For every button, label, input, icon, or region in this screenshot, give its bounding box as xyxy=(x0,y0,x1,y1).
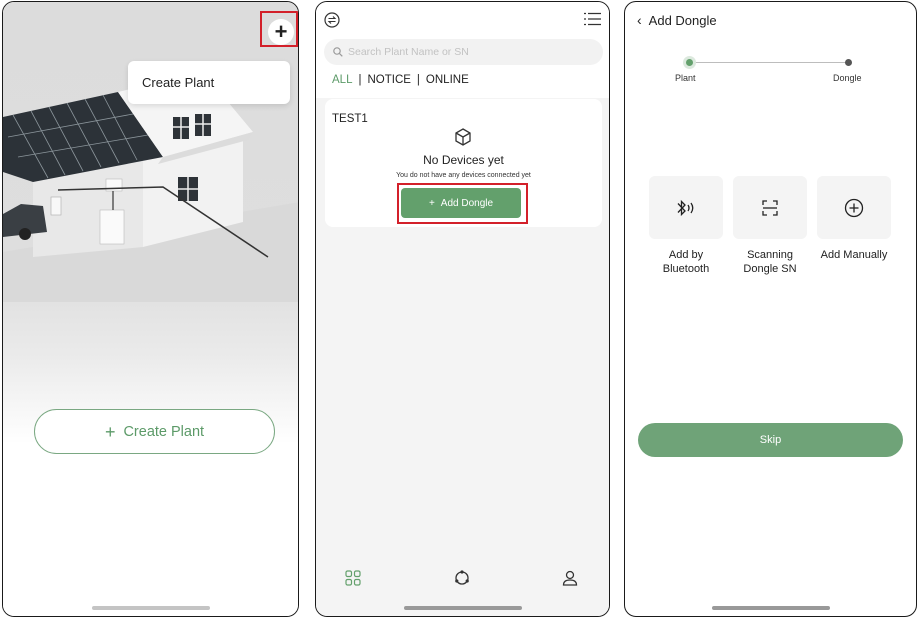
label-line: Scanning xyxy=(747,249,793,261)
tab-notice[interactable]: NOTICE xyxy=(367,74,410,86)
tab-all[interactable]: ALL xyxy=(332,74,352,86)
manual-option-label: Add Manually xyxy=(809,248,899,262)
add-plant-button[interactable]: + xyxy=(268,19,294,45)
scan-option-label: Scanning Dongle SN xyxy=(725,248,815,276)
user-icon[interactable] xyxy=(562,570,578,586)
tab-online[interactable]: ONLINE xyxy=(426,74,469,86)
bluetooth-option-label: Add by Bluetooth xyxy=(641,248,731,276)
back-button[interactable]: ‹ Add Dongle xyxy=(637,12,717,28)
search-icon xyxy=(333,47,343,57)
search-input[interactable]: Search Plant Name or SN xyxy=(324,39,603,65)
filter-tabs: ALL | NOTICE | ONLINE xyxy=(332,74,469,86)
step-dongle-dot xyxy=(845,59,852,66)
create-plant-menu-item[interactable]: Create Plant xyxy=(128,61,290,104)
plus-circle-icon xyxy=(844,198,864,217)
home-indicator[interactable] xyxy=(403,606,522,610)
step-dongle-label: Dongle xyxy=(833,73,862,83)
chevron-left-icon: ‹ xyxy=(637,12,642,28)
menu-item-label: Create Plant xyxy=(142,75,215,90)
screen-create-plant: + Create Plant + Create Plant xyxy=(2,1,299,617)
plus-icon: + xyxy=(104,421,116,442)
label-line: Bluetooth xyxy=(662,263,710,275)
add-by-bluetooth-button[interactable] xyxy=(649,176,723,239)
tab-separator: | xyxy=(416,74,420,86)
create-plant-label: Create Plant xyxy=(123,423,205,440)
scan-icon xyxy=(762,199,778,216)
bluetooth-icon xyxy=(677,199,694,216)
screen-plant-list: Search Plant Name or SN ALL | NOTICE | O… xyxy=(315,1,610,617)
skip-button[interactable]: Skip xyxy=(638,423,903,457)
cycle-icon[interactable] xyxy=(454,570,470,586)
list-icon[interactable] xyxy=(584,12,601,26)
create-plant-button[interactable]: + Create Plant xyxy=(34,409,275,454)
home-indicator[interactable] xyxy=(91,606,210,610)
header-area: Search Plant Name or SN ALL | NOTICE | O… xyxy=(316,2,609,98)
search-placeholder: Search Plant Name or SN xyxy=(348,46,469,58)
step-plant-dot xyxy=(683,56,696,69)
skip-label: Skip xyxy=(759,434,782,446)
highlight-box xyxy=(397,183,528,224)
label-line: Add by xyxy=(668,249,704,261)
sync-icon[interactable] xyxy=(324,12,340,28)
empty-title: No Devices yet xyxy=(423,153,504,167)
plant-name: TEST1 xyxy=(332,113,368,125)
label-line: Add Manually xyxy=(820,249,888,261)
label-line: Dongle SN xyxy=(743,263,797,275)
home-indicator[interactable] xyxy=(711,606,830,610)
grid-icon[interactable] xyxy=(345,570,361,586)
stepper-line xyxy=(689,62,849,63)
plus-icon: + xyxy=(274,19,288,44)
cube-icon xyxy=(455,128,471,146)
empty-subtitle: You do not have any devices connected ye… xyxy=(396,172,531,179)
scan-dongle-sn-button[interactable] xyxy=(733,176,807,239)
screen-add-dongle: ‹ Add Dongle Plant Dongle Add by Bluetoo… xyxy=(624,1,917,617)
page-title: Add Dongle xyxy=(648,12,717,28)
add-manually-button[interactable] xyxy=(817,176,891,239)
tab-separator: | xyxy=(358,74,362,86)
step-plant-label: Plant xyxy=(675,73,696,83)
